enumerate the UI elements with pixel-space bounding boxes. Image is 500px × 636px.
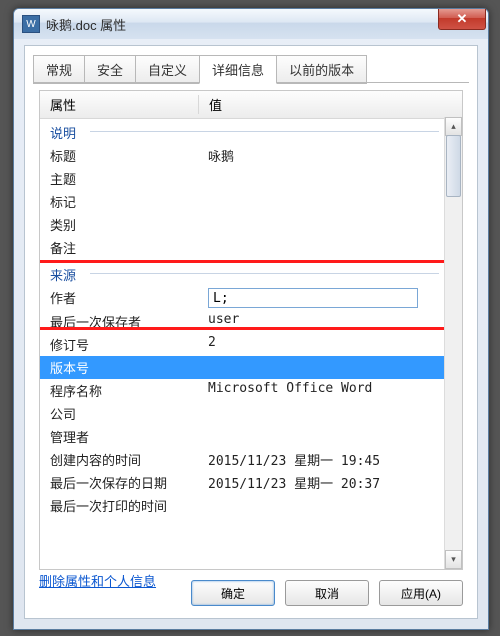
close-icon: ✕	[457, 11, 468, 27]
vertical-scrollbar[interactable]: ▴ ▾	[444, 117, 462, 569]
section-description: 说明	[40, 117, 445, 144]
client-area: 常规 安全 自定义 详细信息 以前的版本 属性 值 说明 标题咏鹅 主题 标记 …	[24, 45, 478, 619]
row-program[interactable]: 程序名称Microsoft Office Word	[40, 379, 445, 402]
row-tags[interactable]: 标记	[40, 190, 445, 213]
scroll-thumb[interactable]	[446, 135, 461, 197]
row-lastsaved[interactable]: 最后一次保存的日期2015/11/23 星期一 20:37	[40, 471, 445, 494]
remove-properties-link[interactable]: 删除属性和个人信息	[39, 571, 156, 590]
row-version[interactable]: 版本号	[40, 356, 445, 379]
row-subject[interactable]: 主题	[40, 167, 445, 190]
row-manager[interactable]: 管理者	[40, 425, 445, 448]
row-category[interactable]: 类别	[40, 213, 445, 236]
section-origin: 来源	[40, 259, 445, 286]
ok-button[interactable]: 确定	[191, 580, 275, 606]
doc-icon: W	[22, 15, 40, 33]
scroll-down-button[interactable]: ▾	[445, 550, 462, 569]
tab-custom[interactable]: 自定义	[135, 55, 200, 84]
properties-dialog: W 咏鹅.doc 属性 ✕ 常规 安全 自定义 详细信息 以前的版本 属性 值 …	[13, 8, 489, 630]
window-title: 咏鹅.doc 属性	[46, 15, 126, 34]
scroll-up-button[interactable]: ▴	[445, 117, 462, 136]
tab-strip: 常规 安全 自定义 详细信息 以前的版本	[25, 46, 477, 83]
close-button[interactable]: ✕	[438, 9, 486, 30]
property-list: 说明 标题咏鹅 主题 标记 类别 备注 来源 作者 最后一次保存者user 修订…	[40, 117, 445, 569]
header-property[interactable]: 属性	[40, 95, 199, 114]
row-lastsavedby[interactable]: 最后一次保存者user	[40, 310, 445, 333]
row-revision[interactable]: 修订号2	[40, 333, 445, 356]
row-created[interactable]: 创建内容的时间2015/11/23 星期一 19:45	[40, 448, 445, 471]
row-lastprinted[interactable]: 最后一次打印的时间	[40, 494, 445, 517]
details-panel: 属性 值 说明 标题咏鹅 主题 标记 类别 备注 来源 作者 最后一次保存者us…	[39, 90, 463, 570]
author-input[interactable]	[208, 288, 418, 308]
apply-button[interactable]: 应用(A)	[379, 580, 463, 606]
dialog-buttons: 确定 取消 应用(A)	[191, 580, 463, 606]
tab-previous[interactable]: 以前的版本	[276, 55, 367, 84]
row-title[interactable]: 标题咏鹅	[40, 144, 445, 167]
header-value[interactable]: 值	[199, 95, 462, 114]
row-comments[interactable]: 备注	[40, 236, 445, 259]
tab-security[interactable]: 安全	[84, 55, 136, 84]
row-author[interactable]: 作者	[40, 286, 445, 310]
tab-details[interactable]: 详细信息	[199, 55, 277, 84]
cancel-button[interactable]: 取消	[285, 580, 369, 606]
column-headers: 属性 值	[40, 91, 462, 119]
tab-general[interactable]: 常规	[33, 55, 85, 84]
titlebar[interactable]: W 咏鹅.doc 属性 ✕	[14, 9, 488, 39]
row-company[interactable]: 公司	[40, 402, 445, 425]
